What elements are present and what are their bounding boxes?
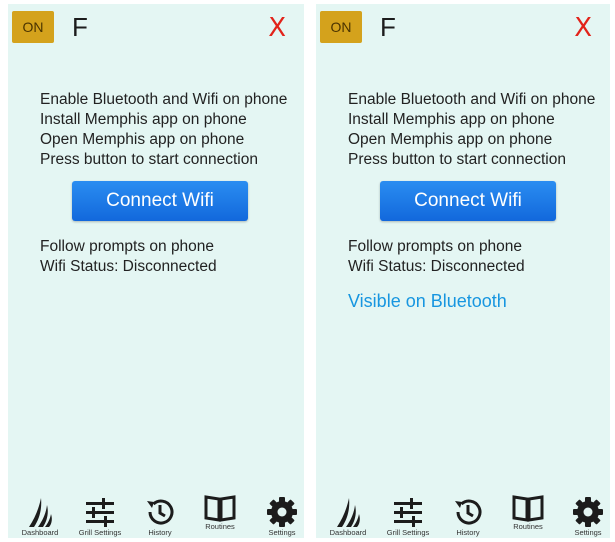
nav-label: History bbox=[456, 528, 480, 537]
nav-item-settings[interactable]: Settings bbox=[252, 496, 304, 538]
connect-wifi-button[interactable]: Connect Wifi bbox=[380, 181, 556, 221]
wifi-setup-screen-1: ON F X Enable Bluetooth and Wifi on phon… bbox=[8, 4, 304, 538]
wifi-status-text: Wifi Status: Disconnected bbox=[348, 258, 525, 275]
prompt-text: Follow prompts on phone bbox=[40, 238, 215, 255]
temperature-unit-label[interactable]: F bbox=[380, 12, 396, 42]
instruction-line: Press button to start connection bbox=[348, 151, 566, 168]
instruction-line: Enable Bluetooth and Wifi on phone bbox=[348, 91, 596, 108]
bluetooth-status-text: Visible on Bluetooth bbox=[348, 291, 507, 311]
nav-item-grill-settings[interactable]: Grill Settings bbox=[378, 496, 438, 538]
flame-icon bbox=[29, 498, 52, 527]
sliders-icon bbox=[394, 498, 422, 527]
nav-item-dashboard[interactable]: Dashboard bbox=[10, 496, 70, 538]
instruction-line: Install Memphis app on phone bbox=[348, 111, 555, 128]
instructions-list: Enable Bluetooth and Wifi on phone Insta… bbox=[348, 90, 595, 170]
nav-item-dashboard[interactable]: Dashboard bbox=[318, 496, 378, 538]
nav-label: Grill Settings bbox=[78, 528, 122, 537]
nav-label: Settings bbox=[574, 528, 602, 537]
temperature-unit-label[interactable]: F bbox=[72, 12, 88, 42]
instruction-line: Install Memphis app on phone bbox=[40, 111, 247, 128]
flame-icon bbox=[337, 498, 360, 527]
nav-label: Grill Settings bbox=[386, 528, 430, 537]
status-block: Follow prompts on phone Wifi Status: Dis… bbox=[348, 237, 525, 277]
sliders-icon bbox=[86, 498, 114, 527]
nav-label: Routines bbox=[513, 522, 543, 531]
nav-item-settings[interactable]: Settings bbox=[558, 496, 610, 538]
instructions-list: Enable Bluetooth and Wifi on phone Insta… bbox=[40, 90, 287, 170]
power-toggle-button[interactable]: ON bbox=[320, 11, 362, 43]
wifi-setup-screen-2: ON F X Enable Bluetooth and Wifi on phon… bbox=[316, 4, 610, 538]
history-icon bbox=[147, 499, 174, 525]
instruction-line: Open Memphis app on phone bbox=[348, 131, 553, 148]
instruction-line: Open Memphis app on phone bbox=[40, 131, 245, 148]
nav-item-history[interactable]: History bbox=[130, 496, 190, 538]
nav-item-history[interactable]: History bbox=[438, 496, 498, 538]
bottom-nav: Dashboard Grill Settings History Routine… bbox=[8, 490, 304, 538]
nav-label: Routines bbox=[205, 522, 235, 531]
wifi-status-text: Wifi Status: Disconnected bbox=[40, 258, 217, 275]
nav-label: Dashboard bbox=[329, 528, 367, 537]
power-toggle-button[interactable]: ON bbox=[12, 11, 54, 43]
bottom-nav: Dashboard Grill Settings History Routine… bbox=[316, 490, 610, 538]
nav-item-routines[interactable]: Routines bbox=[190, 494, 250, 532]
nav-item-grill-settings[interactable]: Grill Settings bbox=[70, 496, 130, 538]
instruction-line: Press button to start connection bbox=[40, 151, 258, 168]
book-icon bbox=[204, 495, 236, 522]
connect-wifi-button[interactable]: Connect Wifi bbox=[72, 181, 248, 221]
nav-item-routines[interactable]: Routines bbox=[498, 494, 558, 532]
gear-icon bbox=[267, 497, 297, 527]
gear-icon bbox=[573, 497, 603, 527]
prompt-text: Follow prompts on phone bbox=[348, 238, 523, 255]
status-block: Follow prompts on phone Wifi Status: Dis… bbox=[40, 237, 217, 277]
close-button[interactable]: X bbox=[574, 13, 592, 43]
nav-label: Dashboard bbox=[21, 528, 59, 537]
nav-label: Settings bbox=[268, 528, 296, 537]
book-icon bbox=[512, 495, 544, 522]
nav-label: History bbox=[148, 528, 172, 537]
close-button[interactable]: X bbox=[268, 13, 286, 43]
instruction-line: Enable Bluetooth and Wifi on phone bbox=[40, 91, 288, 108]
history-icon bbox=[455, 499, 482, 525]
